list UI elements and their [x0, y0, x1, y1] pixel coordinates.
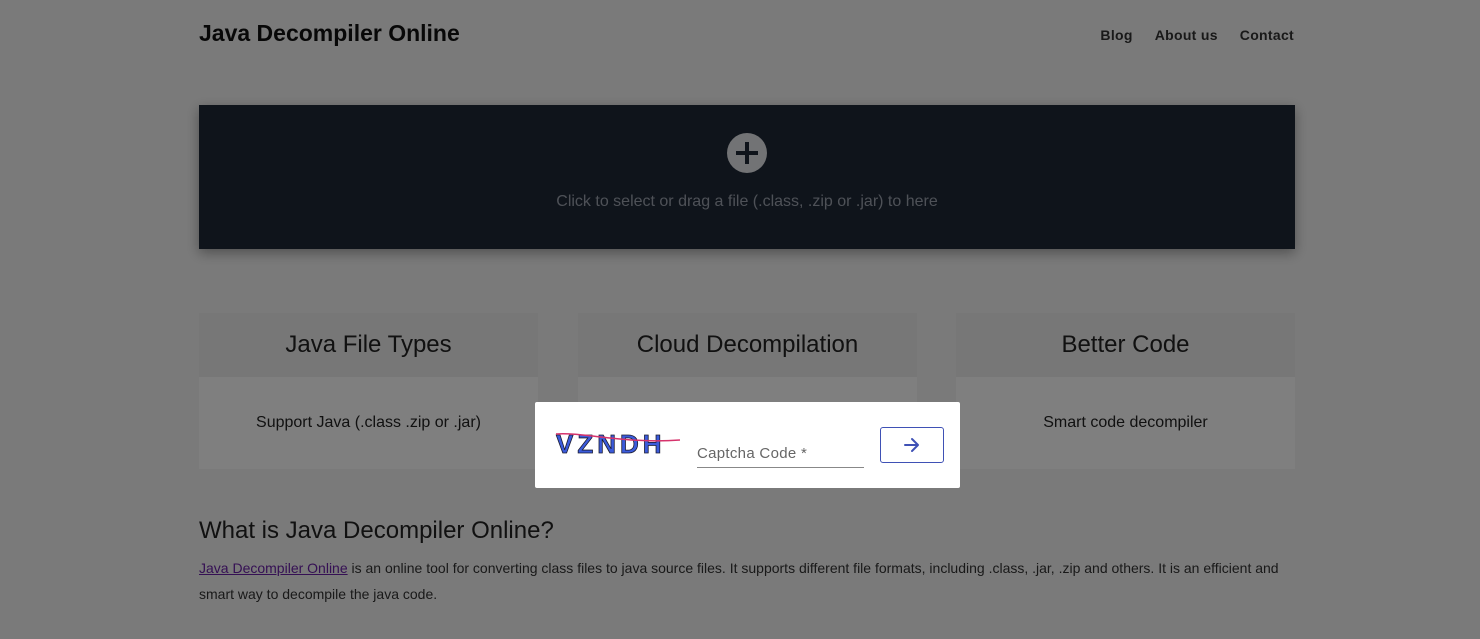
captcha-dialog: VZNDH	[535, 402, 960, 488]
captcha-image: VZNDH	[556, 429, 681, 459]
arrow-right-icon	[904, 438, 919, 452]
modal-backdrop[interactable]	[0, 0, 1480, 639]
captcha-code: VZNDH	[556, 429, 666, 459]
captcha-submit-button[interactable]	[880, 427, 944, 463]
captcha-input[interactable]	[697, 440, 864, 468]
